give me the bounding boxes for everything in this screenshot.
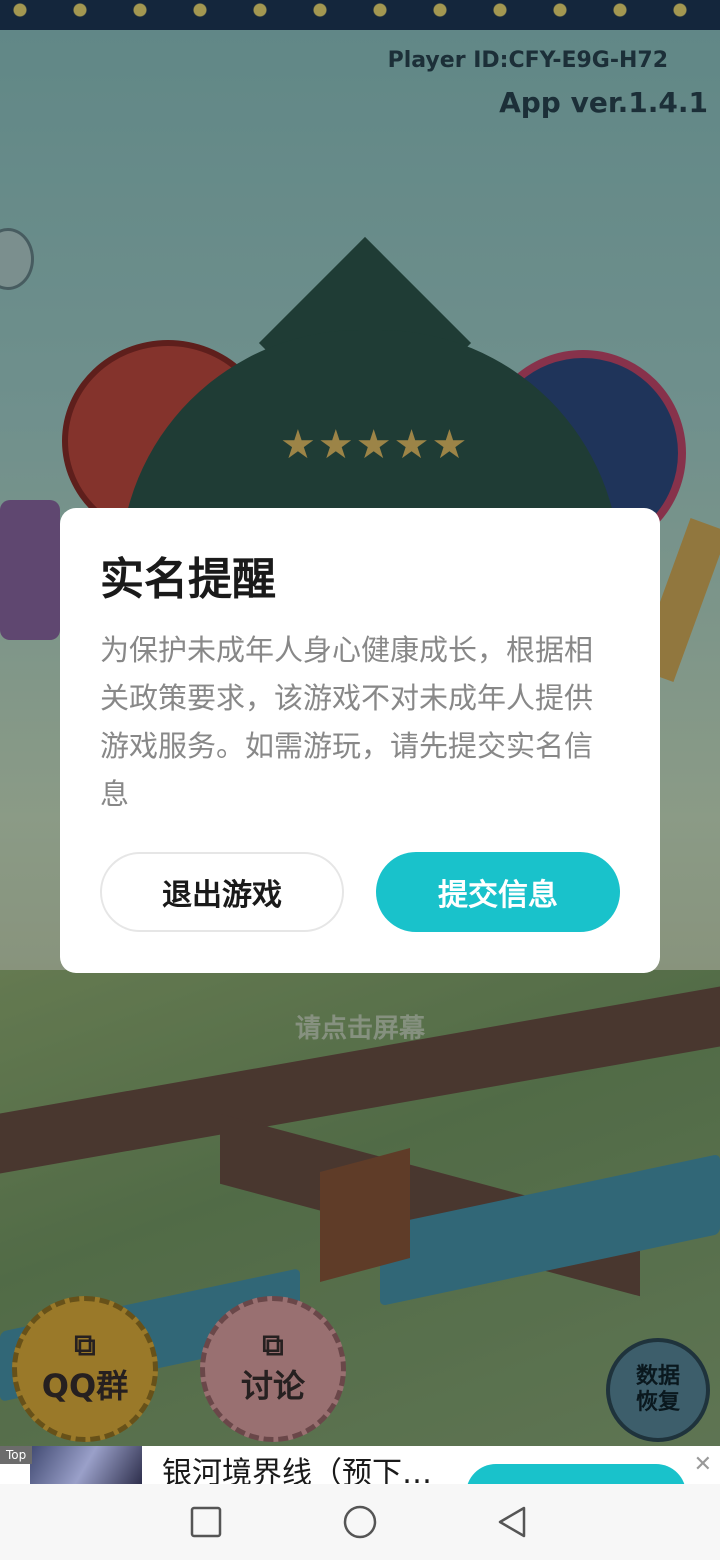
ad-banner[interactable]: Top 银河境界线（预下… ✕ <box>0 1446 720 1484</box>
ad-title[interactable]: 银河境界线（预下… <box>162 1448 432 1484</box>
real-name-reminder-dialog: 实名提醒 为保护未成年人身心健康成长，根据相关政策要求，该游戏不对未成年人提供游… <box>60 508 660 973</box>
submit-info-button[interactable]: 提交信息 <box>376 852 620 932</box>
system-navigation-bar <box>0 1484 720 1560</box>
close-icon[interactable]: ✕ <box>694 1452 712 1477</box>
ad-thumbnail[interactable] <box>30 1446 142 1484</box>
dialog-title: 实名提醒 <box>100 554 276 605</box>
circle-icon[interactable] <box>342 1504 378 1540</box>
dialog-actions: 退出游戏 提交信息 <box>100 852 620 934</box>
ad-cta-button[interactable] <box>466 1464 686 1484</box>
square-icon[interactable] <box>188 1504 224 1540</box>
dialog-message: 为保护未成年人身心健康成长，根据相关政策要求，该游戏不对未成年人提供游戏服务。如… <box>100 633 594 811</box>
ad-tag: Top <box>0 1446 33 1464</box>
exit-game-button[interactable]: 退出游戏 <box>100 852 344 932</box>
triangle-back-icon[interactable] <box>494 1504 530 1540</box>
